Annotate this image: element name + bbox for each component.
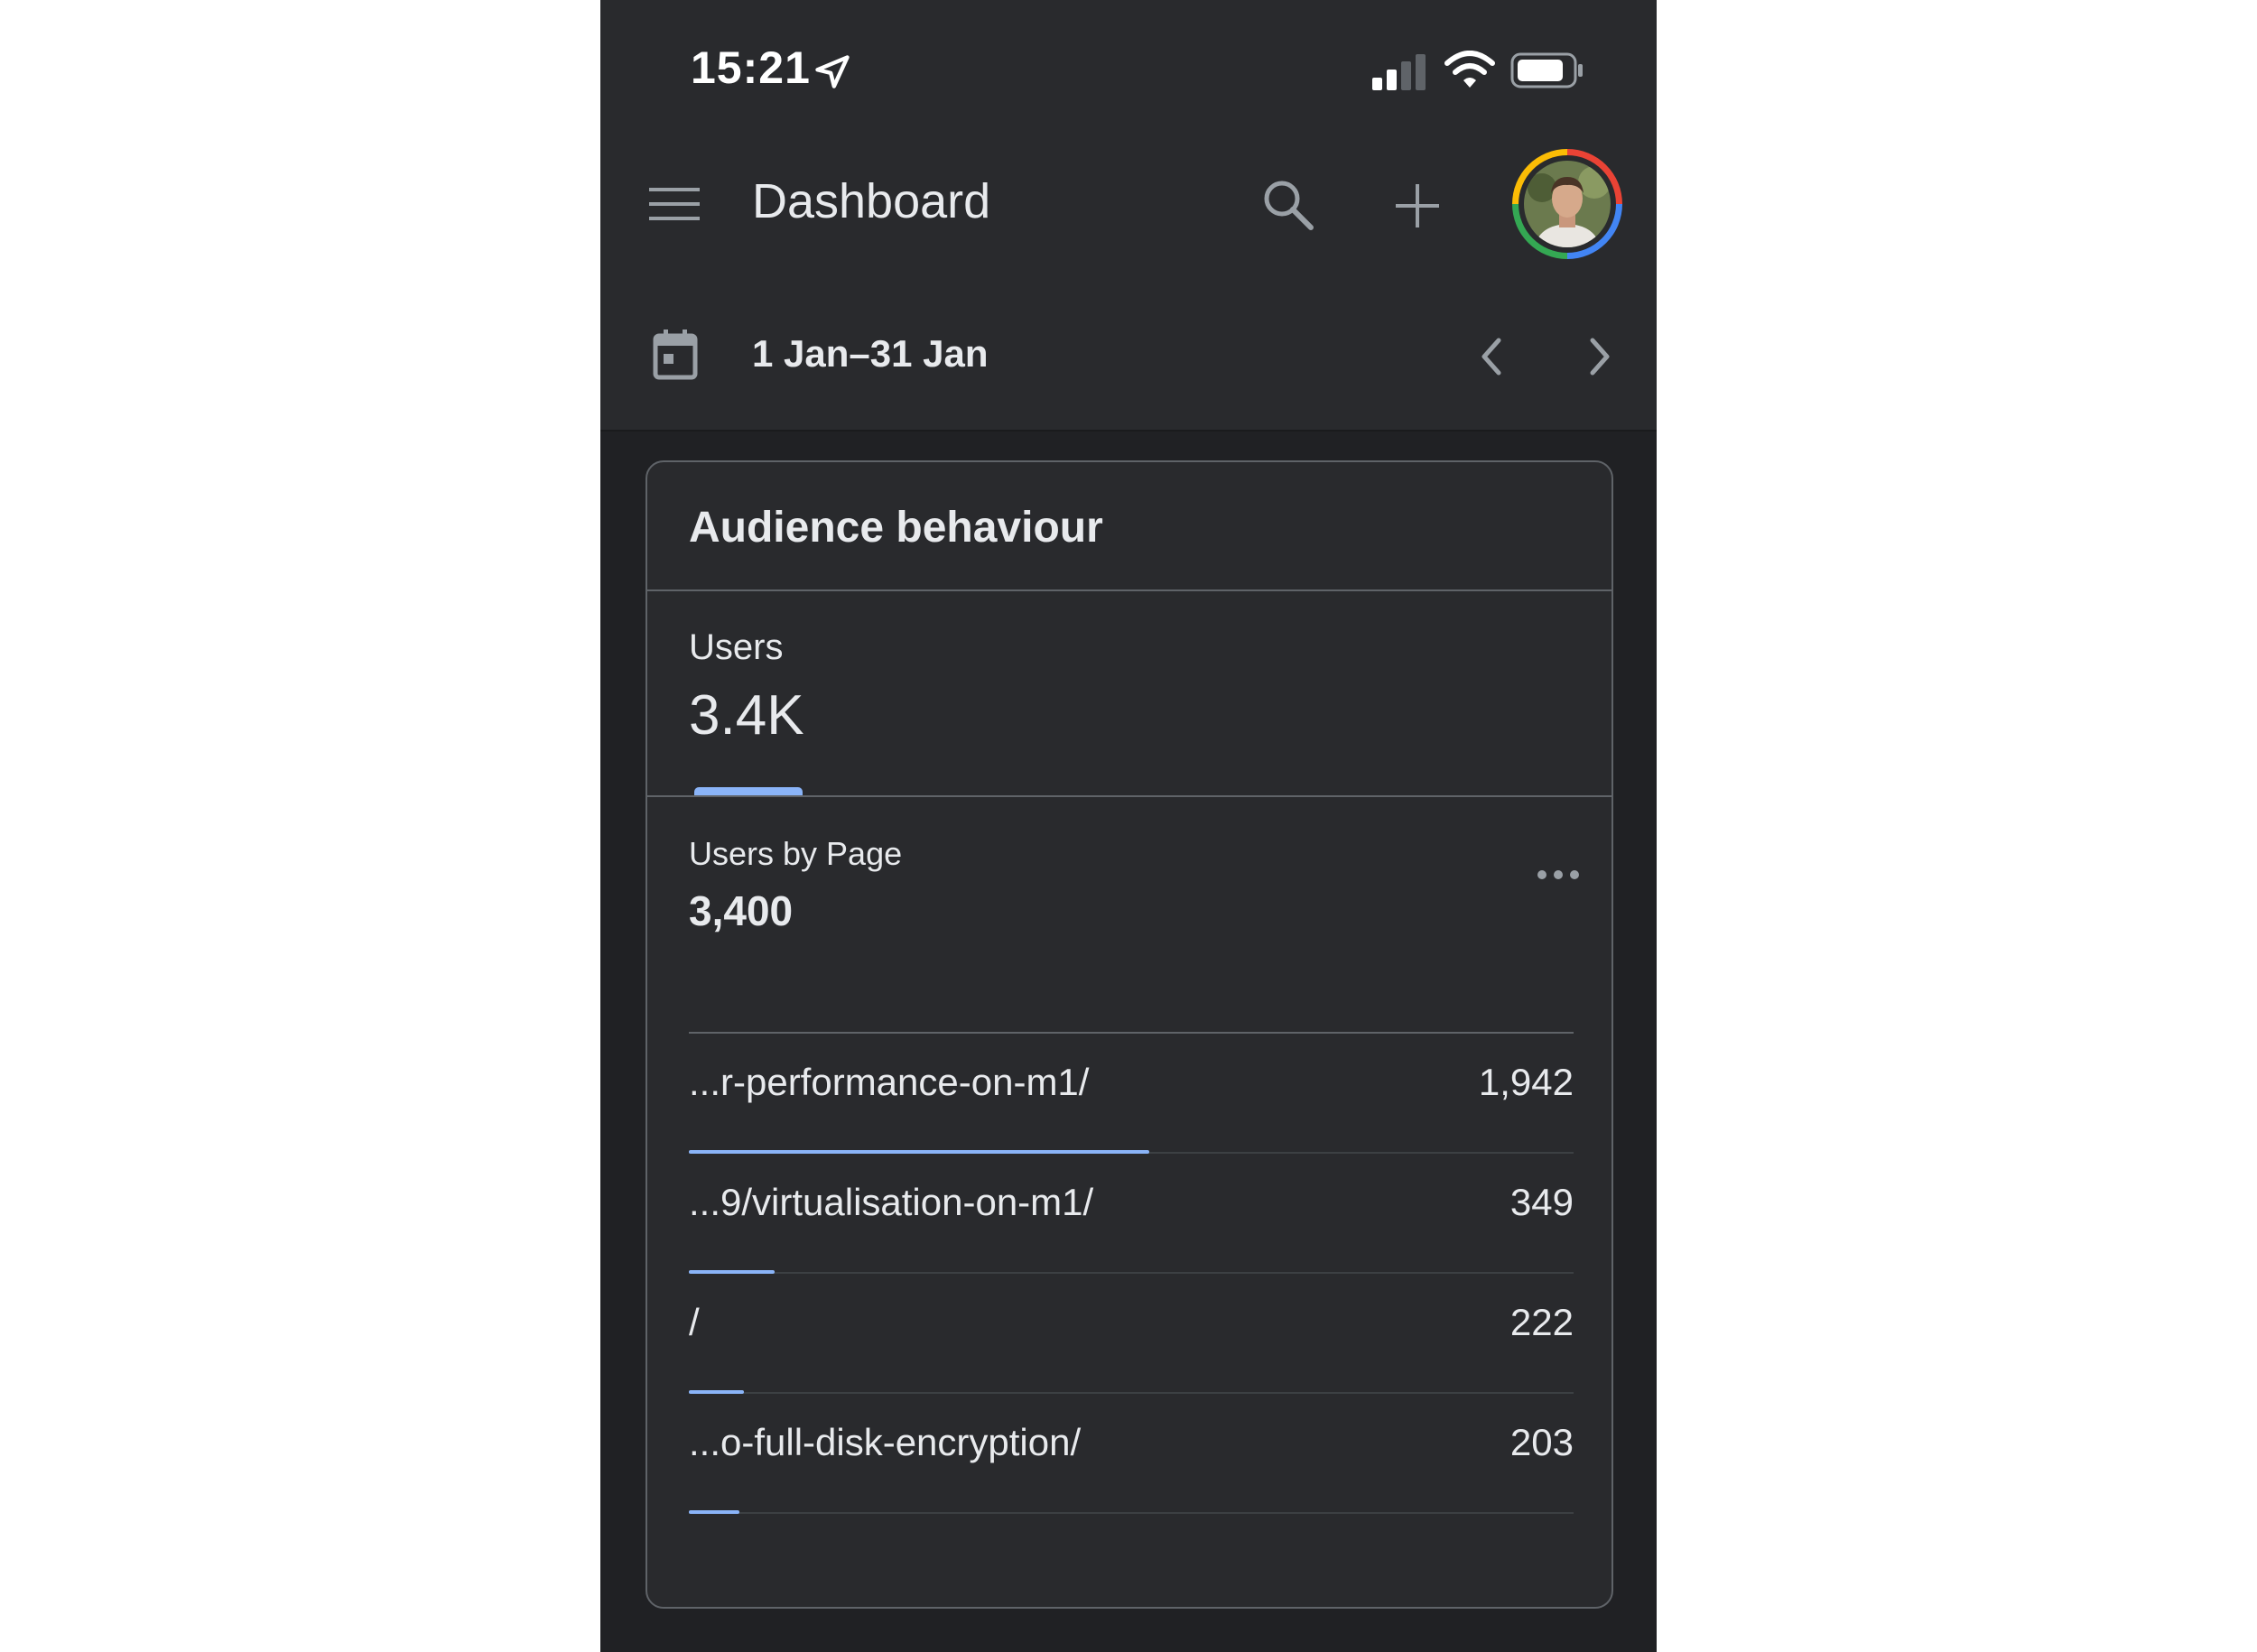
date-range-label[interactable]: 1 Jan–31 Jan (752, 332, 989, 376)
search-icon[interactable] (1259, 176, 1317, 234)
avatar[interactable] (1512, 149, 1622, 259)
date-range-bar: 1 Jan–31 Jan (600, 280, 1657, 432)
calendar-icon[interactable] (653, 329, 698, 380)
card-header: Audience behaviour (647, 462, 1611, 591)
list-item[interactable]: / 222 (689, 1274, 1574, 1394)
row-bar (689, 1510, 739, 1514)
location-arrow-icon (815, 55, 850, 88)
status-bar: 15:21 (600, 0, 1657, 126)
section-title: Users by Page (689, 835, 903, 872)
page-users: 203 (1509, 1421, 1574, 1463)
profile-photo-icon (1524, 161, 1611, 247)
wifi-icon (1444, 51, 1495, 88)
phone-screen: 15:21 Dashboard 1 Jan–31 Jan Audience be… (600, 0, 1657, 1652)
section-total: 3,400 (689, 887, 794, 934)
users-by-page-list: ...r-performance-on-m1/ 1,942 ...9/virtu… (689, 1034, 1574, 1514)
battery-icon (1510, 52, 1583, 88)
menu-icon[interactable] (647, 182, 701, 226)
card-title: Audience behaviour (689, 504, 1103, 552)
page-users: 349 (1509, 1181, 1574, 1223)
chevron-right-icon[interactable] (1580, 334, 1620, 379)
metric-value: 3.4K (689, 684, 804, 747)
row-track (689, 1512, 1574, 1514)
page-path: ...r-performance-on-m1/ (689, 1061, 1090, 1103)
page-users: 1,942 (1478, 1061, 1574, 1103)
app-bar: Dashboard (600, 126, 1657, 280)
status-time: 15:21 (691, 42, 811, 93)
metric-label: Users (689, 627, 784, 667)
page-path: / (689, 1301, 700, 1343)
list-item[interactable]: ...r-performance-on-m1/ 1,942 (689, 1034, 1574, 1154)
list-item[interactable]: ...9/virtualisation-on-m1/ 349 (689, 1154, 1574, 1274)
more-horiz-icon[interactable] (1535, 864, 1582, 886)
chevron-left-icon[interactable] (1472, 334, 1511, 379)
metric-tab-users[interactable]: Users 3.4K (647, 591, 1611, 797)
signal-icon (1372, 54, 1426, 90)
page-users: 222 (1509, 1301, 1574, 1343)
page-title: Dashboard (752, 174, 991, 228)
tab-indicator (694, 787, 803, 795)
add-icon[interactable] (1390, 179, 1444, 233)
list-item[interactable]: ...o-full-disk-encryption/ 203 (689, 1394, 1574, 1514)
page-path: ...o-full-disk-encryption/ (689, 1421, 1082, 1463)
audience-behaviour-card: Audience behaviour Users 3.4K Users by P… (646, 460, 1613, 1609)
page-path: ...9/virtualisation-on-m1/ (689, 1181, 1094, 1223)
